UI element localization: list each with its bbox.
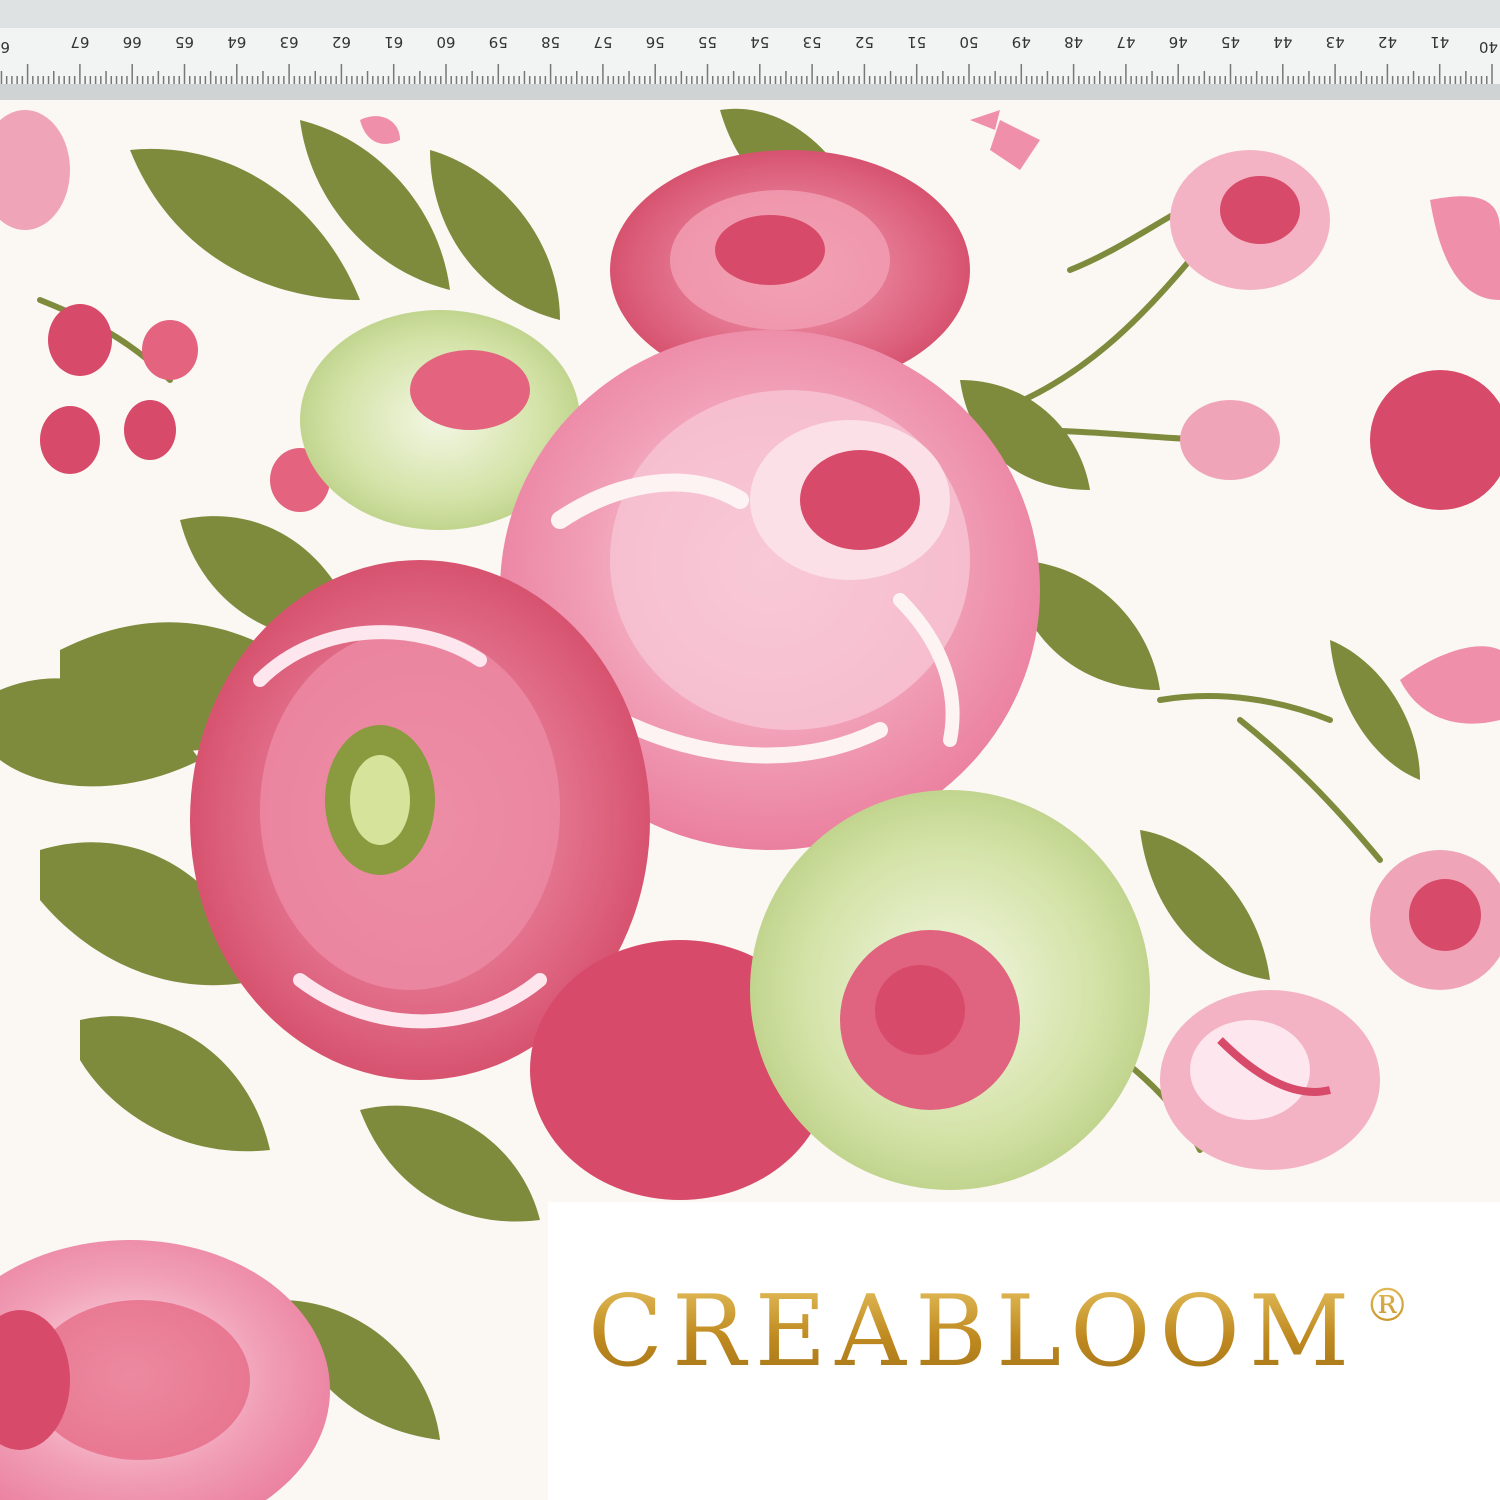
ruler-number: 44 xyxy=(1273,33,1292,51)
ruler-number: 48 xyxy=(1064,33,1083,51)
brand-logo: CREABLOOM ® xyxy=(588,1282,1468,1381)
ruler-number: 63 xyxy=(280,33,299,51)
ruler-number: 57 xyxy=(593,33,612,51)
ruler-number: 50 xyxy=(959,33,978,51)
ruler-number: 45 xyxy=(1221,33,1240,51)
ruler-number: 60 xyxy=(436,33,455,51)
measuring-ruler: 41 42 43 44 45 46 47 48 49 50 51 52 53 54 55 56 57 58 59 60… xyxy=(0,0,1500,100)
ruler-number: 58 xyxy=(541,33,560,51)
ruler-number: 42 xyxy=(1378,33,1397,51)
logo-panel: CREABLOOM ® xyxy=(548,1202,1500,1500)
ruler-number: 65 xyxy=(175,33,194,51)
ruler-number: 47 xyxy=(1116,33,1135,51)
ruler-number: 49 xyxy=(1012,33,1031,51)
registered-mark: ® xyxy=(1364,1278,1411,1332)
brand-name: CREABLOOM xyxy=(588,1275,1359,1389)
ruler-number: 53 xyxy=(803,33,822,51)
lily-cluster xyxy=(1160,990,1380,1170)
ruler-number: 43 xyxy=(1326,33,1345,51)
ruler-number: 52 xyxy=(855,33,874,51)
rose-green-large xyxy=(750,790,1150,1190)
ruler-number: 64 xyxy=(227,33,246,51)
ruler-number: 59 xyxy=(489,33,508,51)
ruler-number: 55 xyxy=(698,33,717,51)
ruler-number: 61 xyxy=(384,33,403,51)
ruler-number: 66 xyxy=(123,33,142,51)
ruler-number: 67 xyxy=(70,33,89,51)
ruler-number: 51 xyxy=(907,33,926,51)
ruler-number: 54 xyxy=(750,33,769,51)
ruler-number: 62 xyxy=(332,33,351,51)
ruler-number: 46 xyxy=(1169,33,1188,51)
ruler-number: 56 xyxy=(646,33,665,51)
ruler-number: 41 xyxy=(1430,33,1449,51)
ruler-edge-left-label: 6 xyxy=(0,38,10,56)
ruler-edge-right-label: 40 xyxy=(1479,38,1498,56)
